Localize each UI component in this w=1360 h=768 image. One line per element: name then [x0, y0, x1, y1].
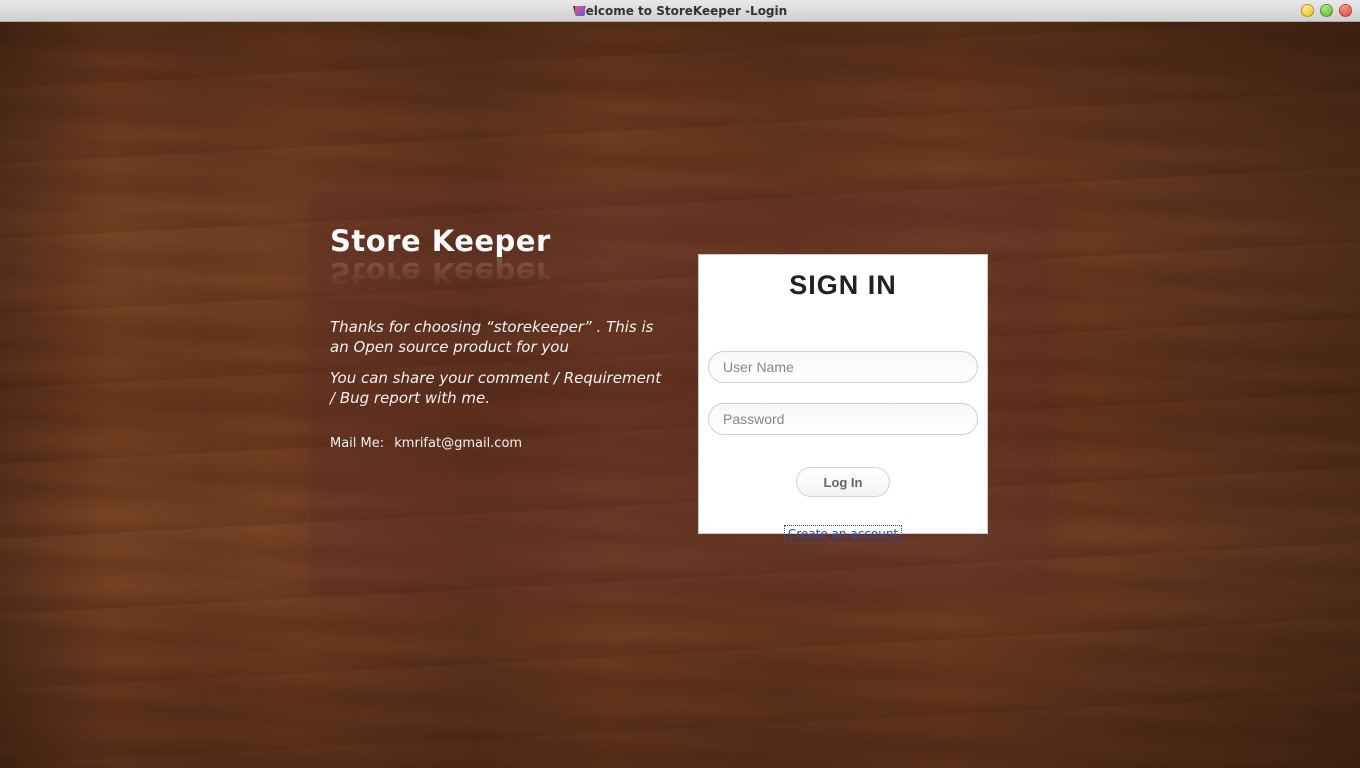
window-titlebar: Welcome to StoreKeeper -Login: [0, 0, 1360, 22]
intro-text-2: You can share your comment / Requirement…: [330, 369, 670, 408]
close-button[interactable]: [1339, 4, 1352, 17]
login-button[interactable]: Log In: [796, 467, 890, 497]
window-title: Welcome to StoreKeeper -Login: [573, 4, 787, 18]
content-panel: Store Keeper Store Keeper Thanks for cho…: [310, 194, 1050, 594]
username-input[interactable]: [708, 351, 978, 383]
mail-label: Mail Me:: [330, 436, 384, 451]
mail-line: Mail Me: kmrifat@gmail.com: [330, 436, 670, 451]
intro-text-1: Thanks for choosing “storekeeper” . This…: [330, 318, 670, 357]
app-viewport: Store Keeper Store Keeper Thanks for cho…: [0, 22, 1360, 768]
app-title: Store Keeper: [330, 224, 670, 258]
password-input[interactable]: [708, 403, 978, 435]
app-title-reflection: Store Keeper: [330, 256, 670, 290]
maximize-button[interactable]: [1320, 4, 1333, 17]
mail-address: kmrifat@gmail.com: [394, 436, 522, 451]
app-icon: [575, 6, 585, 16]
login-card: SIGN IN Log In Create an account: [698, 254, 988, 534]
window-controls: [1301, 4, 1352, 17]
info-column: Store Keeper Store Keeper Thanks for cho…: [330, 224, 670, 451]
signin-heading: SIGN IN: [699, 270, 987, 301]
minimize-button[interactable]: [1301, 4, 1314, 17]
create-account-link[interactable]: Create an account: [784, 525, 902, 543]
